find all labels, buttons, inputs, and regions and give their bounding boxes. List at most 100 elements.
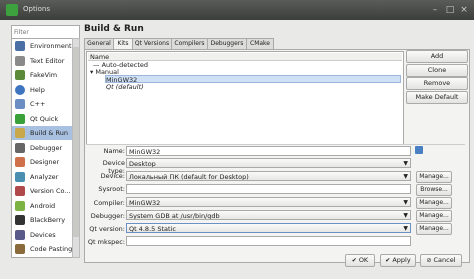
qt-version-manage-button[interactable]: Manage... [416, 223, 452, 235]
chevron-down-icon: ▼ [403, 199, 408, 206]
sidebar-item-analyzer[interactable]: Analyzer [12, 170, 72, 184]
sidebar-item-label: Qt Quick [30, 114, 59, 123]
chevron-down-icon: ▼ [403, 225, 408, 232]
blackberry-icon [15, 215, 25, 225]
kits-tree[interactable]: Name — Auto-detected ▾ Manual MinGW32 Qt… [86, 51, 404, 145]
name-field[interactable]: MinGW32 [126, 146, 411, 156]
window-title: Options [23, 5, 51, 13]
make-default-button[interactable]: Make Default [406, 91, 468, 104]
help-icon [15, 84, 25, 95]
tab-debuggers[interactable]: Debuggers [207, 38, 247, 49]
sidebar-item-text-editor[interactable]: Text Editor [12, 54, 72, 68]
tab-compilers[interactable]: Compilers [171, 38, 208, 49]
qt-version-label: Qt version: [89, 225, 125, 233]
sidebar-item-label: Analyzer [30, 172, 59, 181]
debugger-label: Debugger: [90, 212, 125, 220]
sidebar-item-label: Environment [30, 42, 72, 50]
device-type-select[interactable]: Desktop ▼ [126, 158, 411, 168]
sidebar-item-label: Build & Run [30, 129, 68, 137]
remove-button[interactable]: Remove [406, 77, 468, 90]
ok-button[interactable]: ✔ OK [345, 254, 375, 267]
sidebar-item-android[interactable]: Android [12, 199, 72, 213]
code-pasting-icon [15, 244, 25, 254]
sidebar-item-devices[interactable]: Devices [12, 228, 72, 242]
compiler-select[interactable]: MinGW32 ▼ [126, 197, 411, 207]
check-icon: ✔ [385, 257, 391, 264]
sidebar-item-label: Designer [30, 158, 60, 166]
cancel-icon: ⊘ [426, 257, 432, 264]
apply-button[interactable]: ✔ Apply [380, 254, 416, 267]
minimize-icon[interactable]: – [430, 5, 440, 15]
device-label: Device: [100, 172, 125, 180]
designer-icon [15, 157, 25, 167]
qt-version-select[interactable]: Qt 4.8.5 Static ▼ [126, 223, 411, 233]
sidebar-item-label: Devices [30, 230, 56, 239]
sidebar-item-fakevim[interactable]: FakeVim [12, 68, 72, 82]
tree-node-qt-default[interactable]: Qt (default) [106, 83, 144, 91]
page-title: Build & Run [84, 24, 144, 34]
sidebar-item-label: Version Co... [30, 187, 71, 195]
sidebar-item-label: Android [30, 201, 56, 210]
sidebar-item-label: Help [30, 85, 45, 94]
sidebar-item-qt-quick[interactable]: Qt Quick [12, 112, 72, 126]
compiler-manage-button[interactable]: Manage... [416, 197, 452, 209]
add-button[interactable]: Add [406, 50, 468, 63]
sidebar-item-debugger[interactable]: Debugger [12, 141, 72, 155]
cancel-button[interactable]: ⊘ Cancel [420, 254, 462, 267]
sidebar-item-blackberry[interactable]: BlackBerry [12, 213, 72, 227]
sidebar-item-version-control[interactable]: Version Co... [12, 184, 72, 198]
form-divider [86, 144, 465, 145]
tab-cmake[interactable]: CMake [246, 38, 274, 49]
sidebar-item-code-pasting[interactable]: Code Pasting [12, 242, 72, 256]
close-icon[interactable]: × [459, 5, 469, 15]
chevron-down-icon: ▼ [403, 160, 408, 167]
sidebar-item-label: BlackBerry [30, 216, 66, 224]
sidebar-item-cpp[interactable]: C++ [12, 97, 72, 111]
sysroot-label: Sysroot: [98, 185, 125, 193]
scrollbar-thumb[interactable] [73, 47, 79, 237]
sysroot-browse-button[interactable]: Browse... [416, 184, 452, 196]
chevron-down-icon: ▼ [403, 212, 408, 219]
text-editor-icon [15, 55, 25, 66]
device-manage-button[interactable]: Manage... [416, 171, 452, 183]
sidebar-item-label: FakeVim [30, 71, 58, 79]
compiler-label: Compiler: [93, 199, 125, 207]
filter-field[interactable] [11, 25, 80, 39]
sidebar: Environment Text Editor FakeVim Help C++… [11, 38, 73, 258]
sidebar-scrollbar[interactable] [72, 38, 80, 258]
chevron-down-icon: ▼ [403, 173, 408, 180]
qt-quick-icon [15, 113, 25, 124]
sidebar-item-environment[interactable]: Environment [12, 39, 72, 53]
tab-qt-versions[interactable]: Qt Versions [132, 38, 172, 49]
qt-mkspec-field[interactable] [126, 236, 411, 246]
filter-input[interactable] [12, 26, 76, 38]
sidebar-item-help[interactable]: Help [12, 83, 72, 97]
clone-button[interactable]: Clone [406, 64, 468, 77]
title-bar: Options – □ × [0, 0, 474, 20]
debugger-manage-button[interactable]: Manage... [416, 210, 452, 222]
debugger-select[interactable]: System GDB at /usr/bin/gdb ▼ [126, 210, 411, 220]
sidebar-item-designer[interactable]: Designer [12, 155, 72, 169]
sysroot-field[interactable] [126, 184, 411, 194]
environment-icon [15, 41, 25, 51]
tree-selected-row [105, 75, 401, 83]
tree-header: Name [88, 53, 402, 61]
tab-general[interactable]: General [84, 38, 114, 49]
android-icon [15, 200, 25, 211]
sidebar-item-label: C++ [30, 100, 46, 108]
build-run-icon [15, 128, 25, 138]
app-icon [6, 4, 18, 16]
maximize-icon[interactable]: □ [445, 5, 455, 15]
devices-icon [15, 229, 25, 240]
version-control-icon [15, 186, 25, 196]
sidebar-item-label: Code Pasting [30, 245, 73, 253]
sidebar-item-label: Debugger [30, 143, 63, 152]
sidebar-item-label: Text Editor [30, 56, 65, 65]
cpp-icon [15, 99, 25, 109]
fakevim-icon [15, 70, 25, 80]
sidebar-item-build-run[interactable]: Build & Run [12, 126, 72, 140]
device-icon-picker[interactable] [415, 146, 423, 154]
device-select[interactable]: Локальный ПК (default for Desktop) ▼ [126, 171, 411, 181]
qt-mkspec-label: Qt mkspec: [87, 238, 125, 246]
debugger-icon [15, 142, 25, 153]
